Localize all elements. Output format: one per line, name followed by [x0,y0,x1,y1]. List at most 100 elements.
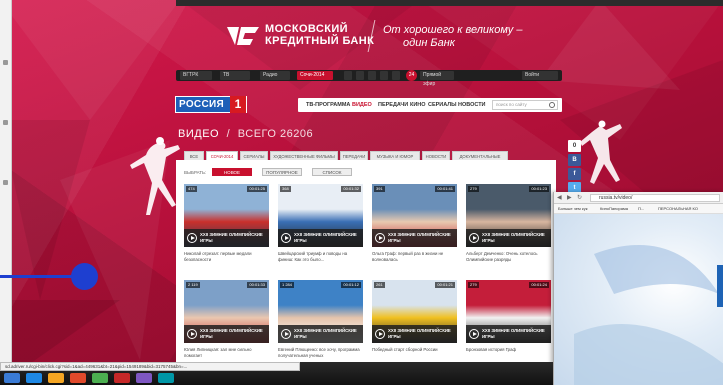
menu-news[interactable]: НОВОСТИ [458,98,486,112]
filter-new[interactable]: НОВОЕ [212,168,252,176]
video-card[interactable]: 1 284 00:01:12 XXII ЗИМНИЕ ОЛИМПИЙСКИЕ ИГР… [278,280,363,358]
video-thumbnail[interactable]: 368 00:01:32 XXII ЗИМНИЕ ОЛИМПИЙСКИЕ ИГРЫ [278,184,363,247]
thumb-title: XXII ЗИМНИЕ ОЛИМПИЙСКИЕ ИГРЫ [200,232,263,243]
video-thumbnail[interactable]: 261 00:01:21 XXII ЗИМНИЕ ОЛИМПИЙСКИЕ ИГРЫ [372,280,457,343]
video-thumbnail[interactable]: 391 00:01:41 XXII ЗИМНИЕ ОЛИМПИЙСКИЕ ИГРЫ [372,184,457,247]
thumb-overlay: XXII ЗИМНИЕ ОЛИМПИЙСКИЕ ИГРЫ [184,229,269,247]
thumb-overlay: XXII ЗИМНИЕ ОЛИМПИЙСКИЕ ИГРЫ [372,229,457,247]
slider-handle[interactable] [71,263,98,290]
bookmark-4[interactable]: ПЕРСОНАЛЬНАЯ КО [658,205,698,213]
nav-login[interactable]: Войти [522,71,558,80]
menu-tv-program[interactable]: ТВ-ПРОГРАММА [306,98,350,112]
search-icon[interactable] [549,102,555,108]
thumb-overlay: XXII ЗИМНИЕ ОЛИМПИЙСКИЕ ИГРЫ [278,229,363,247]
video-card[interactable]: 474 00:01:25 XXII ЗИМНИЕ ОЛИМПИЙСКИЕ ИГРЫ Н… [184,184,269,262]
video-caption[interactable]: Альберт Демченко: Очень хотелось Олимпий… [466,251,551,262]
rossiya-logo[interactable]: РОССИЯ 1 [175,96,247,113]
video-panel: ВЫБРАТЬ: НОВОЕ ПОПУЛЯРНОЕ СПИСОК 474 00:0… [176,160,556,385]
status-bar: sd.adriver.ru/cgi-bin/click.cgi?sid=1&ad… [0,362,300,371]
thumb-overlay: XXII ЗИМНИЕ ОЛИМПИЙСКИЕ ИГРЫ [184,325,269,343]
menu-cinema[interactable]: КИНО [410,98,426,112]
chrome-icon[interactable] [92,373,108,383]
video-card[interactable]: 2 119 00:01:33 XXII ЗИМНИЕ ОЛИМПИЙСКИЕ ИГР… [184,280,269,358]
forward-icon[interactable]: ▶ [567,194,572,201]
video-thumbnail[interactable]: 1 284 00:01:12 XXII ЗИМНИЕ ОЛИМПИЙСКИЕ ИГР… [278,280,363,343]
main-menu: ТВ-ПРОГРАММА ВИДЕО ПЕРЕДАЧИ КИНО СЕРИАЛЫ… [298,98,562,112]
menu-series[interactable]: СЕРИАЛЫ [428,98,457,112]
nav-vgtrk[interactable]: ВГТРК [180,71,212,80]
thumb-overlay: XXII ЗИМНИЕ ОЛИМПИЙСКИЕ ИГРЫ [278,325,363,343]
views-badge: 2 119 [186,282,200,288]
play-icon[interactable] [281,329,291,339]
nav-tv[interactable]: ТВ [220,71,250,80]
vk-share-button[interactable]: В [568,154,581,166]
nav-sochi[interactable]: Сочи-2014 [297,71,333,80]
browser-loading-content [554,214,723,385]
address-bar[interactable]: russia.tv/video/ [590,194,720,202]
video-thumbnail[interactable]: 2 119 00:01:33 XXII ЗИМНИЕ ОЛИМПИЙСКИЕ ИГР… [184,280,269,343]
video-card[interactable]: 279 00:01:24 XXII ЗИМНИЕ ОЛИМПИЙСКИЕ ИГРЫ Б… [466,280,551,353]
play-icon[interactable] [469,233,479,243]
bank-banner[interactable]: МОСКОВСКИЙ КРЕДИТНЫЙ БАНК От хорошего к … [225,20,545,56]
thumb-title: XXII ЗИМНИЕ ОЛИМПИЙСКИЕ ИГРЫ [388,232,451,243]
nav-icon-1[interactable] [344,71,352,80]
video-caption[interactable]: Бронзовая история Граф [466,347,551,353]
loading-graphic [574,245,723,385]
video-thumbnail[interactable]: 279 00:01:24 XXII ЗИМНИЕ ОЛИМПИЙСКИЕ ИГРЫ [466,280,551,343]
browser-window[interactable]: ◀ ▶ ↻ russia.tv/video/ Больше чем кук Ки… [553,192,723,385]
video-caption[interactable]: Ольга Граф: первый раз в жизни не волнов… [372,251,457,262]
video-card[interactable]: 391 00:01:41 XXII ЗИМНИЕ ОЛИМПИЙСКИЕ ИГРЫ О… [372,184,457,262]
nav-icon-2[interactable] [356,71,364,80]
app2-icon[interactable] [136,373,152,383]
play-icon[interactable] [375,329,385,339]
app3-icon[interactable] [158,373,174,383]
play-icon[interactable] [375,233,385,243]
start-icon[interactable] [4,373,20,383]
filter-list[interactable]: СПИСОК [312,168,352,176]
video-caption[interactable]: Швейцарский триумф и поводы на финиш: Ка… [278,251,363,262]
live-icon[interactable]: 24 [406,70,417,81]
nav-icon-4[interactable] [380,71,388,80]
filter-popular[interactable]: ПОПУЛЯРНОЕ [262,168,302,176]
facebook-share-button[interactable]: f [568,168,581,180]
bookmark-3[interactable]: П... [638,205,644,213]
ie-icon[interactable] [26,373,42,383]
nav-radio[interactable]: Радио [260,71,290,80]
play-icon[interactable] [187,329,197,339]
nav-icon-5[interactable] [392,71,400,80]
nav-live[interactable]: Прямой эфир [420,71,454,87]
bookmark-2[interactable]: КиноПанорама [600,205,628,213]
share-count: 0 [568,140,581,152]
video-card[interactable]: 368 00:01:32 XXII ЗИМНИЕ ОЛИМПИЙСКИЕ ИГРЫ Ш… [278,184,363,262]
app-icon[interactable] [114,373,130,383]
duration-badge: 00:01:24 [529,282,549,288]
menu-video[interactable]: ВИДЕО [352,98,372,112]
bank-tagline: От хорошего к великому – один Банк [383,24,523,49]
video-thumbnail[interactable]: 279 00:01:23 XXII ЗИМНИЕ ОЛИМПИЙСКИЕ ИГРЫ [466,184,551,247]
thumb-overlay: XXII ЗИМНИЕ ОЛИМПИЙСКИЕ ИГРЫ [372,325,457,343]
video-caption[interactable]: Победный старт сборной России [372,347,457,353]
back-icon[interactable]: ◀ [557,194,562,201]
duration-badge: 00:01:32 [341,186,361,192]
menu-shows[interactable]: ПЕРЕДАЧИ [378,98,408,112]
play-icon[interactable] [281,233,291,243]
search-input[interactable]: поиск по сайту [492,100,558,110]
video-caption[interactable]: Евгений Плющенко: все хочу, программа по… [278,347,363,358]
thumb-overlay: XXII ЗИМНИЕ ОЛИМПИЙСКИЕ ИГРЫ [466,325,551,343]
video-card[interactable]: 261 00:01:21 XXII ЗИМНИЕ ОЛИМПИЙСКИЕ ИГРЫ П… [372,280,457,353]
nav-icon-3[interactable] [368,71,376,80]
bookmark-1[interactable]: Больше чем кук [558,205,587,213]
video-caption[interactable]: Юлия Липницкая: зал мне сильно помогает [184,347,269,358]
duration-badge: 00:01:12 [341,282,361,288]
views-badge: 391 [374,186,385,192]
video-caption[interactable]: Николай отрезал: первые медали безопасно… [184,251,269,262]
play-icon[interactable] [187,233,197,243]
media-icon[interactable] [70,373,86,383]
play-icon[interactable] [469,329,479,339]
views-badge: 474 [186,186,197,192]
video-card[interactable]: 279 00:01:23 XXII ЗИМНИЕ ОЛИМПИЙСКИЕ ИГРЫ А… [466,184,551,262]
duration-badge: 00:01:41 [435,186,455,192]
reload-icon[interactable]: ↻ [577,194,582,201]
folder-icon[interactable] [48,373,64,383]
video-thumbnail[interactable]: 474 00:01:25 XXII ЗИМНИЕ ОЛИМПИЙСКИЕ ИГРЫ [184,184,269,247]
